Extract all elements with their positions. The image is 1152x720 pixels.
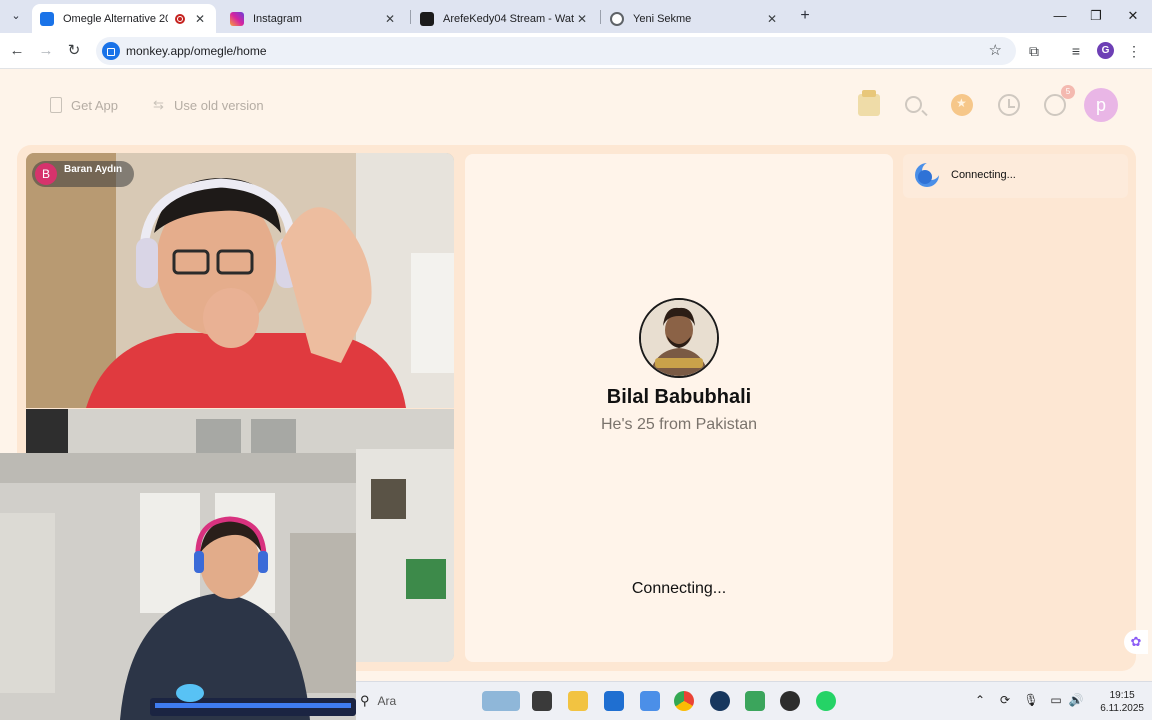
partner-name: Bilal Babubhali [606,386,752,408]
instagram-favicon-icon [230,11,244,26]
browser-toolbar: ← → ↻ monkey.app/omegle/home ☆ ⧉ ≡ G ⋮ [0,33,1152,69]
tab-title: Instagram [253,12,302,25]
kick-favicon-icon [420,11,434,26]
restore-icon[interactable]: ❐ [1086,6,1106,26]
coin-shop-icon[interactable] [858,90,880,116]
close-tab-icon[interactable]: ✕ [574,12,590,26]
tab-omegle-alternative[interactable]: Omegle Alternative 2025 - S ✕ [32,4,216,33]
brain-extension-icon[interactable]: ✿ [1124,630,1148,654]
microphone-icon[interactable]: 🎙 [1023,693,1039,707]
partner-avatar [639,298,719,378]
side-connecting-status: Connecting... [951,169,1016,181]
back-arrow-icon[interactable]: ← [7,41,27,61]
partner-photo [641,300,717,376]
bookmark-star-icon[interactable]: ☆ [989,41,1002,59]
phone-icon [50,97,62,113]
android-app-icon[interactable] [745,691,765,711]
site-header: Get App ⇆ Use old version [0,70,1152,140]
media-control-icon[interactable]: ≡ [1066,41,1086,61]
file-explorer-icon[interactable] [568,691,588,711]
tab-separator [410,10,411,24]
monkey-favicon-icon [40,11,54,26]
use-old-version-label: Use old version [174,97,264,113]
remote-video-image [26,153,454,408]
task-view-icon[interactable] [532,691,552,711]
connecting-spinner-icon [915,162,940,187]
whatsapp-icon[interactable] [816,691,836,711]
taskbar-search-placeholder: Ara [377,694,397,708]
search-magnifier-icon: ⚲ [360,693,370,708]
volume-icon[interactable]: 🔊 [1068,693,1084,707]
remote-video-feed [26,153,454,408]
history-clock-icon[interactable] [998,94,1020,116]
menu-kebab-icon[interactable]: ⋮ [1124,41,1144,61]
local-user-chip: B Baran Aydın [32,161,135,187]
minimize-icon[interactable]: — [1050,6,1070,26]
forward-arrow-icon[interactable]: → [36,41,56,61]
taskbar-search[interactable]: ⚲ Ara [360,693,396,709]
recording-icon [175,13,185,24]
user-name-label: Baran Aydın [64,164,123,175]
connecting-status: Connecting... [631,580,727,597]
use-old-version-link[interactable]: ⇆ Use old version [153,97,264,113]
tab-title: Omegle Alternative 2025 - S [63,12,168,25]
get-app-link[interactable]: Get App [50,97,118,113]
favorite-star-icon[interactable] [951,94,973,116]
microsoft-store-icon[interactable] [604,691,624,711]
taskbar-clock[interactable]: 19:15 6.11.2025 [1100,689,1144,715]
profile-avatar[interactable]: G [1097,42,1114,59]
partner-description: He's 25 from Pakistan [600,416,757,433]
site-info-icon[interactable] [102,42,120,60]
close-tab-icon[interactable]: ✕ [764,12,780,26]
url-text: monkey.app/omegle/home [126,44,267,58]
search-icon[interactable] [905,96,922,113]
tab-title: ArefeKedy04 Stream - Watch Li [443,12,574,25]
get-app-label: Get App [71,97,118,113]
extensions-icon[interactable]: ⧉ [1024,41,1044,61]
close-tab-icon[interactable]: ✕ [192,12,208,26]
switch-arrows-icon: ⇆ [153,97,164,112]
chat-unread-badge: 5 [1061,85,1075,99]
tab-instagram[interactable]: Instagram ✕ [222,4,406,33]
widgets-icon[interactable] [482,691,520,711]
clock-date: 6.11.2025 [1100,703,1144,714]
chrome-favicon-icon [610,11,624,26]
user-initial-badge: B [35,163,57,185]
webcam-image [0,453,356,720]
chrome-icon[interactable] [674,691,694,711]
tab-kick-stream[interactable]: ArefeKedy04 Stream - Watch Li ✕ [412,4,598,33]
address-bar[interactable]: monkey.app/omegle/home ☆ [96,37,1016,65]
sync-icon[interactable]: ⟳ [997,693,1013,707]
clock-time: 19:15 [1109,690,1135,701]
user-avatar[interactable]: p [1084,88,1118,122]
browser-tab-strip: ⌄ Omegle Alternative 2025 - S ✕ Instagra… [0,0,1152,33]
close-window-icon[interactable]: ✕ [1123,6,1143,26]
tray-chevron-icon[interactable]: ⌃ [972,693,988,707]
close-tab-icon[interactable]: ✕ [382,12,398,26]
tab-new-tab[interactable]: Yeni Sekme ✕ [602,4,788,33]
tab-separator [600,10,601,24]
tab-title: Yeni Sekme [633,12,692,25]
obs-icon[interactable] [780,691,800,711]
snipping-tool-icon[interactable] [640,691,660,711]
new-tab-button[interactable]: + [796,7,814,25]
steam-icon[interactable] [710,691,730,711]
reload-icon[interactable]: ↻ [64,41,84,61]
network-icon[interactable]: ▭ [1048,693,1064,707]
tab-search-chevron-icon[interactable]: ⌄ [6,7,26,25]
windows-taskbar: ⚲ Ara ⌃ ⟳ 🎙 ▭ 🔊 19:15 6.11.2025 [356,681,1152,720]
streamer-webcam-overlay [0,453,356,720]
